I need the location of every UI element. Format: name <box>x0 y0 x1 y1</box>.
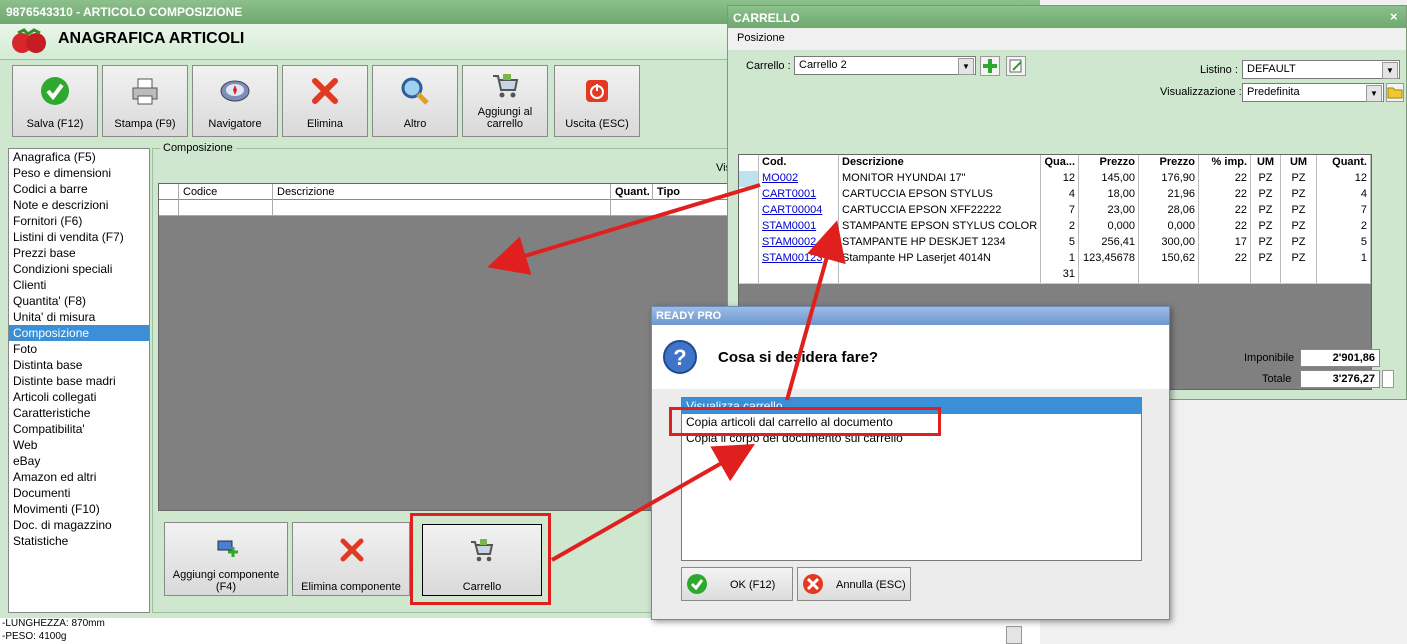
arrow-to-copy-option <box>551 444 755 562</box>
arrow-to-cart-rows <box>785 220 846 401</box>
arrow-to-grid <box>487 183 761 275</box>
annotation-arrows <box>487 183 846 562</box>
